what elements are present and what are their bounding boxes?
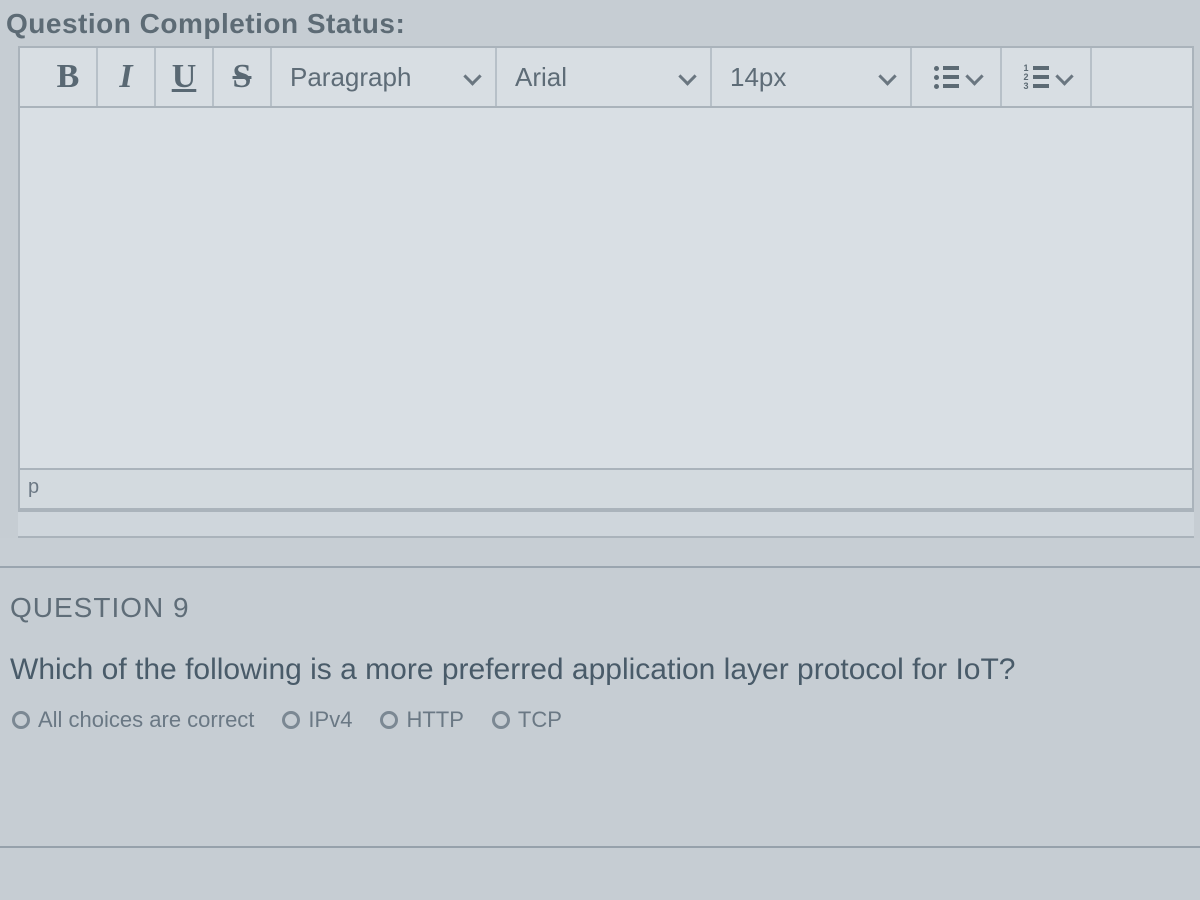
editor-content-area[interactable] [20, 108, 1192, 468]
font-size-select[interactable]: 14px [712, 48, 912, 106]
paragraph-style-select[interactable]: Paragraph [272, 48, 497, 106]
radio-icon [12, 711, 30, 729]
choice-http[interactable]: HTTP [380, 707, 463, 733]
radio-icon [380, 711, 398, 729]
question-block: QUESTION 9 Which of the following is a m… [0, 568, 1200, 733]
choice-all-correct[interactable]: All choices are correct [12, 707, 254, 733]
choice-label: HTTP [406, 707, 463, 733]
radio-icon [282, 711, 300, 729]
spacer-row [18, 510, 1194, 538]
bulleted-list-select[interactable] [912, 48, 1002, 106]
answer-choices: All choices are correct IPv4 HTTP TCP [10, 707, 1190, 733]
choice-label: TCP [518, 707, 562, 733]
font-size-value: 14px [730, 62, 786, 93]
editor-toolbar: B I U S Paragraph Arial 14px 1 [20, 48, 1192, 108]
radio-icon [492, 711, 510, 729]
question-number: QUESTION 9 [10, 592, 1190, 624]
chevron-down-icon [1055, 67, 1075, 87]
question-prompt: Which of the following is a more preferr… [10, 650, 1190, 691]
choice-label: All choices are correct [38, 707, 254, 733]
section-divider [0, 538, 1200, 568]
numbered-list-select[interactable]: 1 2 3 [1002, 48, 1092, 106]
rich-text-editor: B I U S Paragraph Arial 14px 1 [18, 46, 1194, 510]
font-family-value: Arial [515, 62, 567, 93]
choice-label: IPv4 [308, 707, 352, 733]
editor-path-bar: p [20, 468, 1192, 508]
choice-tcp[interactable]: TCP [492, 707, 562, 733]
font-family-select[interactable]: Arial [497, 48, 712, 106]
chevron-down-icon [678, 67, 698, 87]
bold-button[interactable]: B [40, 48, 98, 106]
chevron-down-icon [878, 67, 898, 87]
italic-button[interactable]: I [98, 48, 156, 106]
chevron-down-icon [463, 67, 483, 87]
numbered-list-icon: 1 2 3 [1023, 66, 1048, 89]
choice-ipv4[interactable]: IPv4 [282, 707, 352, 733]
bottom-rule [0, 846, 1200, 848]
chevron-down-icon [965, 67, 985, 87]
strikethrough-button[interactable]: S [214, 48, 272, 106]
bulleted-list-icon [934, 66, 959, 89]
completion-status-label: Question Completion Status: [0, 0, 1200, 46]
paragraph-style-value: Paragraph [290, 62, 411, 93]
underline-button[interactable]: U [156, 48, 214, 106]
